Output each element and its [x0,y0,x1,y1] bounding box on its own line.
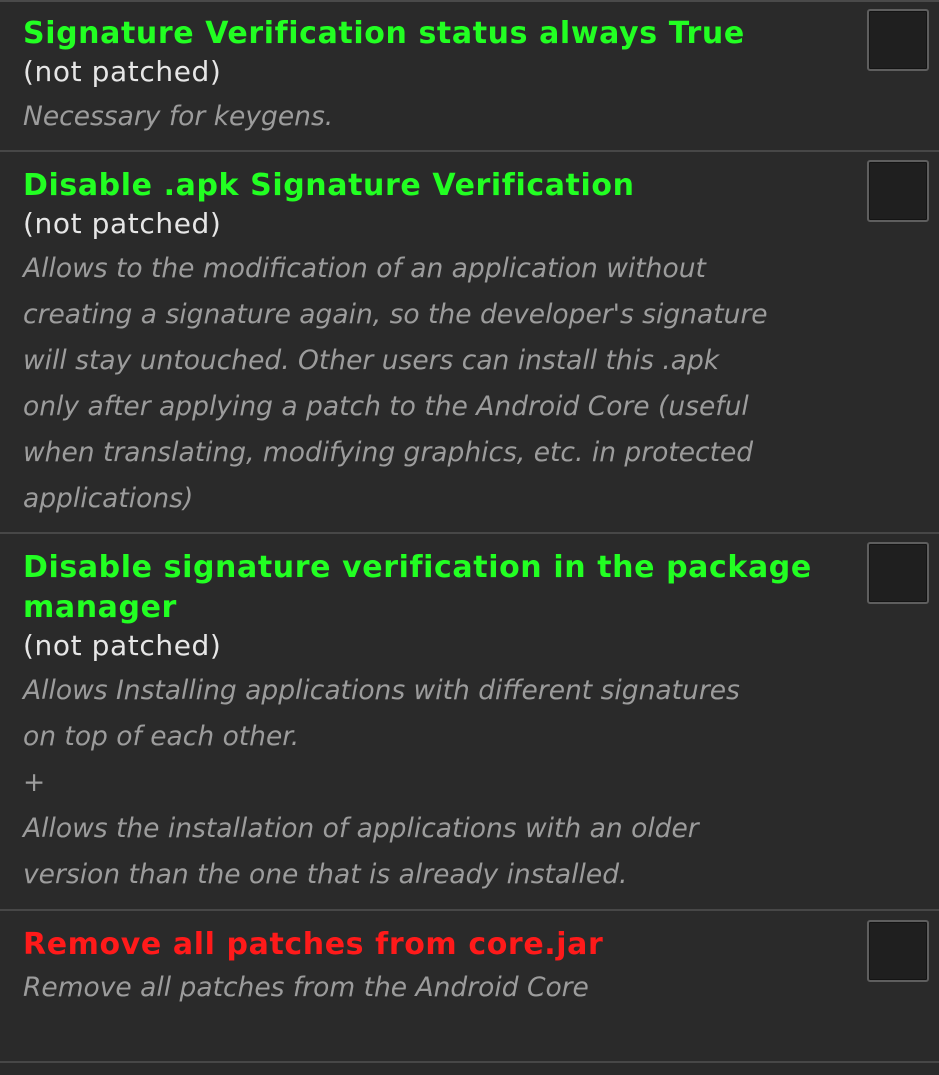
patch-description: Allows Installing applications with diff… [23,675,740,890]
patch-checkbox[interactable] [867,542,929,604]
patch-title: Remove all patches from core.jar [23,927,604,962]
patch-checkbox[interactable] [867,160,929,222]
patch-status: (not patched) [23,55,222,88]
patch-description: Allows to the modification of an applica… [23,253,768,514]
patch-checkbox[interactable] [867,9,929,71]
patch-checkbox[interactable] [867,920,929,982]
patch-item-text: Signature Verification status always Tru… [23,14,853,140]
patch-item-text: Disable signature verification in the pa… [23,548,853,898]
patch-item-remove-all-patches[interactable]: Remove all patches from core.jar Remove … [0,911,939,1063]
patch-item-text: Remove all patches from core.jar Remove … [23,925,853,1011]
patch-description: Remove all patches from the Android Core [23,972,589,1003]
patch-item-text: Disable .apk Signature Verification (not… [23,166,853,522]
patch-title: Disable .apk Signature Verification [23,168,635,203]
patch-item-disable-apk-signature[interactable]: Disable .apk Signature Verification (not… [0,152,939,534]
patch-description: Necessary for keygens. [23,101,334,132]
patch-item-signature-status-true[interactable]: Signature Verification status always Tru… [0,2,939,152]
patch-status: (not patched) [23,207,222,240]
patch-title: Signature Verification status always Tru… [23,16,745,51]
patch-status: (not patched) [23,629,222,662]
patch-item-package-manager-signature[interactable]: Disable signature verification in the pa… [0,534,939,911]
patch-title: Disable signature verification in the pa… [23,550,812,625]
patch-options-list: Signature Verification status always Tru… [0,0,939,1075]
